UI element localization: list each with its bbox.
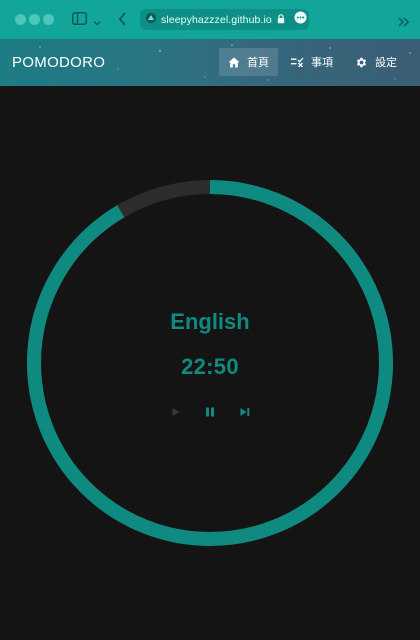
browser-toolbar: sleepyhazzzel.github.io (0, 0, 420, 39)
nav-home[interactable]: 首頁 (219, 48, 278, 76)
app-header: POMODORO 首頁 事項 設定 (0, 39, 420, 86)
overflow-chevrons-icon[interactable] (398, 14, 410, 32)
nav-tasks[interactable]: 事項 (282, 48, 342, 76)
lock-icon (277, 11, 285, 29)
sidebar-toggle-icon[interactable] (72, 12, 87, 30)
window-zoom-button[interactable] (43, 14, 54, 25)
skip-next-icon (240, 408, 250, 416)
play-button[interactable] (168, 404, 184, 420)
nav-settings-label: 設定 (375, 57, 397, 69)
window-minimize-button[interactable] (29, 14, 40, 25)
skip-button[interactable] (237, 404, 253, 420)
play-icon (172, 408, 180, 416)
countdown-timer: 22:50 (181, 354, 239, 379)
gear-icon (356, 57, 367, 67)
chevron-down-icon[interactable] (93, 14, 101, 32)
current-task-name: English (170, 309, 250, 334)
more-options-icon[interactable] (294, 11, 307, 29)
address-bar[interactable]: sleepyhazzzel.github.io (140, 9, 309, 30)
timer-panel: English 22:50 (0, 86, 420, 640)
nav-home-label: 首頁 (247, 57, 269, 69)
home-icon (228, 57, 240, 67)
nav-tasks-label: 事項 (311, 57, 333, 69)
site-favicon-icon (145, 11, 157, 29)
url-text: sleepyhazzzel.github.io (161, 13, 272, 26)
window-close-button[interactable] (15, 14, 26, 25)
nav-settings[interactable]: 設定 (346, 48, 406, 76)
pause-button[interactable] (202, 404, 218, 420)
checklist-icon (291, 57, 304, 67)
app-title: POMODORO (12, 54, 106, 71)
pause-icon (206, 407, 214, 417)
back-icon[interactable] (118, 12, 127, 31)
